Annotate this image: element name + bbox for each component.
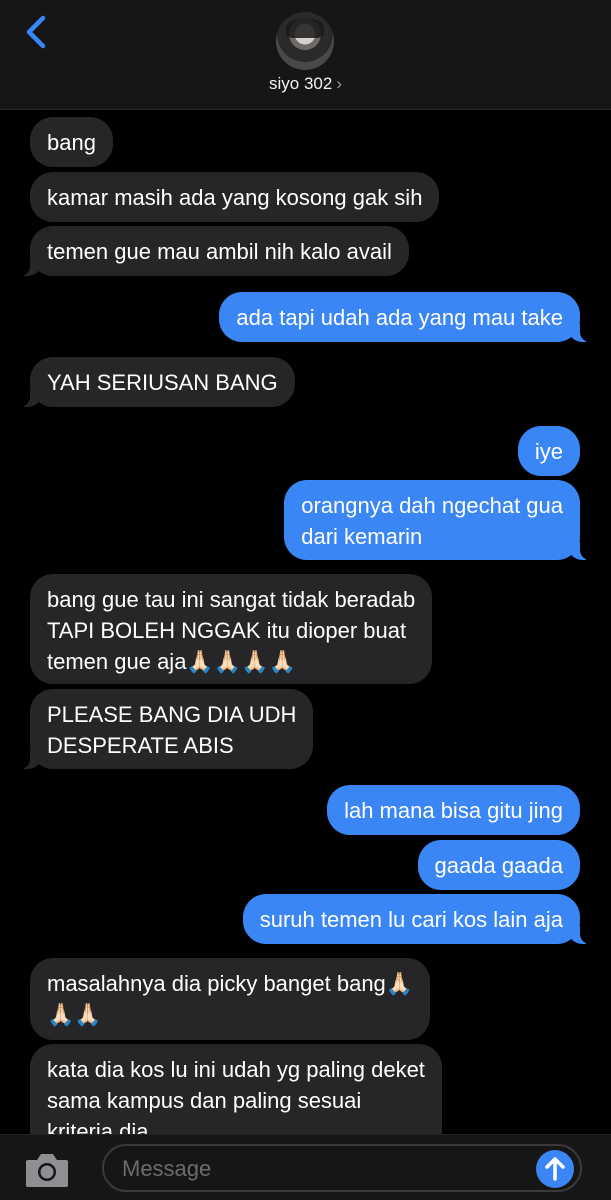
message-thread: bang kamar masih ada yang kosong gak sih… xyxy=(0,0,611,1200)
send-button[interactable] xyxy=(536,1150,574,1188)
conversation-header: siyo 302 › xyxy=(0,0,611,110)
message-incoming[interactable]: kamar masih ada yang kosong gak sih xyxy=(30,172,440,222)
message-incoming[interactable]: PLEASE BANG DIA UDH DESPERATE ABIS xyxy=(19,689,314,769)
message-incoming[interactable]: YAH SERIUSAN BANG xyxy=(20,357,295,407)
message-outgoing[interactable]: gaada gaada xyxy=(417,840,580,890)
chevron-right-icon: › xyxy=(336,74,342,93)
contact-name: siyo 302 xyxy=(269,74,333,93)
avatar[interactable] xyxy=(276,12,334,70)
camera-icon xyxy=(26,1154,68,1187)
arrow-up-icon xyxy=(545,1157,565,1181)
message-incoming[interactable]: temen gue mau ambil nih kalo avail xyxy=(20,226,409,276)
message-incoming[interactable]: masalahnya dia picky banget bang🙏🏻 🙏🏻🙏🏻 xyxy=(30,958,431,1040)
message-outgoing[interactable]: ada tapi udah ada yang mau take xyxy=(219,292,590,342)
message-outgoing[interactable]: orangnya dah ngechat gua dari kemarin xyxy=(284,480,590,560)
message-outgoing[interactable]: lah mana bisa gitu jing xyxy=(327,785,580,835)
message-outgoing[interactable]: suruh temen lu cari kos lain aja xyxy=(242,894,591,944)
contact-name-button[interactable]: siyo 302 › xyxy=(0,74,611,94)
message-input[interactable] xyxy=(122,1154,522,1184)
message-outgoing[interactable]: iye xyxy=(517,426,580,476)
message-incoming[interactable]: bang gue tau ini sangat tidak beradab TA… xyxy=(30,574,433,684)
camera-button[interactable] xyxy=(24,1151,70,1189)
back-button[interactable] xyxy=(18,12,58,52)
message-field xyxy=(102,1144,582,1192)
composer-bar xyxy=(0,1134,611,1200)
chevron-left-icon xyxy=(26,15,46,49)
message-incoming[interactable]: bang xyxy=(30,117,113,167)
